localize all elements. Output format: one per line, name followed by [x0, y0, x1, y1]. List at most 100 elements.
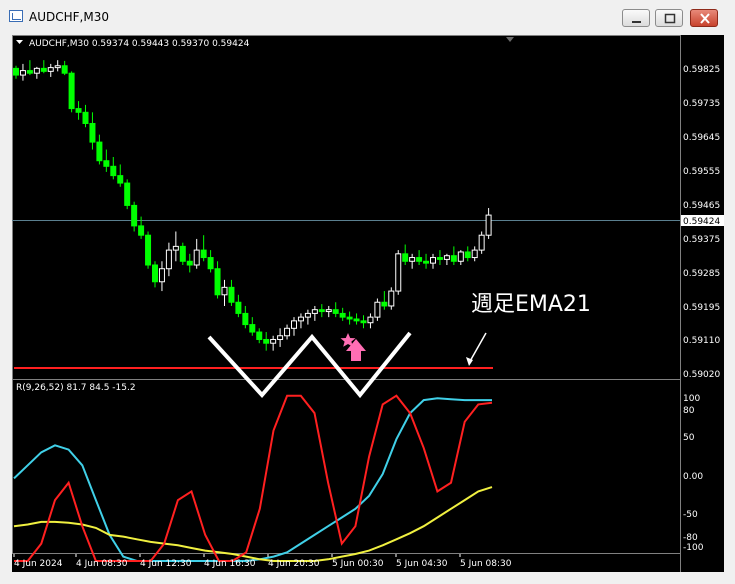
candle-body: [436, 257, 443, 260]
candle-body: [409, 257, 416, 262]
price-label: 0.59285: [683, 269, 720, 279]
chart-area[interactable]: AUDCHF,M30 0.59374 0.59443 0.59370 0.594…: [12, 35, 724, 572]
candle-body: [423, 260, 430, 264]
chart-window-icon: [9, 10, 23, 22]
candle-body: [13, 67, 19, 76]
candle-body: [478, 234, 485, 251]
candle-body: [26, 70, 33, 74]
price-label: 0.59465: [683, 201, 720, 211]
indicator-axis-label: -50: [683, 510, 698, 520]
time-label: 4 Jun 2024: [14, 559, 63, 569]
candle-body: [172, 245, 179, 251]
candle-body: [263, 338, 270, 344]
candle-body: [124, 182, 131, 206]
candle-body: [138, 225, 145, 236]
candle-body: [471, 249, 478, 259]
time-label: 4 Jun 20:30: [268, 559, 320, 569]
candle-body: [457, 251, 464, 262]
candle-body: [193, 249, 200, 266]
indicator-axis-label: -100: [683, 543, 704, 553]
candle-body: [325, 309, 332, 313]
candle-body: [311, 309, 318, 314]
candle-body: [277, 335, 284, 340]
candle-body: [96, 141, 103, 162]
close-button[interactable]: [690, 9, 718, 27]
title-bar[interactable]: AUDCHF,M30: [0, 0, 735, 34]
candle-body: [443, 255, 450, 260]
candle-body: [165, 249, 172, 270]
candle-body: [388, 290, 395, 307]
candle-body: [395, 253, 402, 292]
indicator-line-yellow: [13, 486, 493, 562]
candle-body: [402, 253, 409, 262]
candle-body: [318, 309, 325, 313]
candle-body: [61, 65, 68, 74]
candle-body: [381, 301, 388, 307]
candle-body: [297, 316, 304, 322]
price-label: 0.59195: [683, 303, 720, 313]
window-title: AUDCHF,M30: [29, 10, 109, 24]
candle-body: [89, 122, 96, 143]
candle-body: [374, 301, 381, 318]
price-label: 0.59020: [683, 370, 720, 380]
indicator-axis-label: 0.00: [683, 472, 703, 482]
maximize-icon: [664, 13, 676, 24]
price-chart[interactable]: AUDCHF,M30 0.59374 0.59443 0.59370 0.594…: [12, 35, 724, 572]
candle-body: [284, 327, 291, 337]
indicator-axis-label: 100: [683, 394, 700, 404]
candle-body: [304, 312, 311, 318]
dropdown-arrow-icon[interactable]: [16, 40, 23, 44]
candle-body: [430, 257, 436, 264]
candle-body: [33, 67, 40, 74]
shift-marker-icon: [506, 37, 514, 42]
candle-body: [235, 301, 242, 314]
price-label: 0.59375: [683, 235, 720, 245]
candle-body: [242, 312, 249, 326]
candle-body: [214, 268, 221, 296]
candle-body: [416, 257, 423, 262]
maximize-button[interactable]: [655, 9, 683, 27]
candle-body: [82, 111, 89, 124]
candle-body: [332, 309, 339, 314]
candle-body: [207, 257, 214, 270]
main-pane-border: [12, 35, 681, 380]
indicator-axis-label: 80: [683, 406, 695, 416]
minimize-button[interactable]: [622, 9, 650, 27]
time-label: 4 Jun 12:30: [140, 559, 192, 569]
candle-body: [54, 65, 61, 69]
indicator-line-red: [14, 394, 493, 562]
candle-body: [228, 286, 235, 303]
candle-body: [291, 320, 297, 329]
indicator-label: R(9,26,52) 81.7 84.5 -15.2: [16, 383, 136, 393]
candle-body: [249, 324, 256, 333]
price-label: 0.59735: [683, 99, 720, 109]
candle-body: [221, 286, 228, 296]
time-label: 5 Jun 08:30: [460, 559, 512, 569]
candle-body: [485, 214, 492, 236]
candle-body: [270, 338, 277, 344]
candle-body: [75, 108, 82, 113]
candle-body: [200, 249, 207, 259]
candle-body: [145, 234, 152, 266]
symbol-info: AUDCHF,M30 0.59374 0.59443 0.59370 0.594…: [29, 39, 250, 49]
price-label: 0.59110: [683, 336, 720, 346]
candle-body: [360, 320, 367, 324]
time-label: 5 Jun 00:30: [332, 559, 384, 569]
candle-body: [117, 175, 124, 184]
candle-body: [367, 316, 374, 324]
candle-body: [464, 251, 471, 259]
candle-body: [353, 318, 360, 322]
candlesticks: [13, 60, 492, 351]
candle-body: [346, 316, 353, 320]
time-label: 4 Jun 16:30: [204, 559, 256, 569]
candle-body: [103, 160, 110, 167]
time-label: 4 Jun 08:30: [76, 559, 128, 569]
indicator-pane-border: [12, 379, 681, 554]
minimize-icon: [632, 21, 641, 23]
time-label: 5 Jun 04:30: [396, 559, 448, 569]
current-price-label: 0.59424: [683, 217, 720, 227]
candle-body: [339, 312, 346, 318]
candle-body: [47, 67, 54, 72]
double-bottom-pattern: [207, 331, 412, 399]
candle-body: [40, 67, 47, 72]
